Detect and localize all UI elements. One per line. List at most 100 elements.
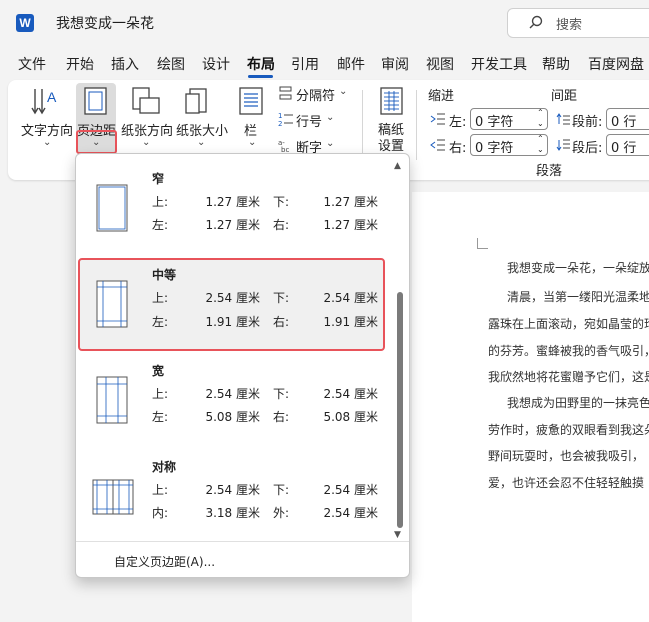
breaks-button[interactable]: 分隔符 bbox=[296, 85, 335, 104]
mirrored-margin-icon[interactable] bbox=[91, 478, 137, 516]
margin-key: 下: bbox=[273, 483, 290, 497]
tab-review[interactable]: 审阅 bbox=[381, 54, 409, 74]
indent-left-stepper[interactable]: ⌃ ⌄ bbox=[537, 107, 544, 129]
chevron-down-icon[interactable]: ⌄ bbox=[197, 137, 205, 148]
margin-key: 内: bbox=[152, 506, 169, 520]
margin-key: 左: bbox=[152, 315, 169, 329]
margin-value: 2.54 厘米 bbox=[205, 483, 260, 497]
chevron-down-icon[interactable]: ⌵ bbox=[143, 12, 153, 27]
doc-line: 清晨，当第一缕阳光温柔地 bbox=[507, 290, 649, 304]
wide-margin-icon[interactable] bbox=[95, 375, 129, 425]
margin-value: 2.54 厘米 bbox=[323, 483, 378, 497]
scrollbar-thumb[interactable] bbox=[397, 292, 403, 528]
word-app-icon[interactable]: W bbox=[16, 14, 34, 32]
margin-key: 上: bbox=[152, 483, 169, 497]
paragraph-group-label: 段落 bbox=[536, 164, 563, 179]
svg-text:1: 1 bbox=[278, 112, 282, 120]
margin-value: 1.91 厘米 bbox=[205, 315, 260, 329]
doc-line: 我欣然地将花蜜赠予它们，这是 bbox=[488, 370, 649, 384]
normal-margin-icon[interactable] bbox=[95, 279, 129, 329]
tab-references[interactable]: 引用 bbox=[291, 54, 319, 74]
spacing-before-value: 0 行 bbox=[611, 115, 637, 130]
margin-value: 2.54 厘米 bbox=[205, 291, 260, 305]
doc-line: 劳作时，疲惫的双眼看到我这朵 bbox=[488, 423, 649, 437]
doc-line: 我想成为田野里的一抹亮色 bbox=[507, 396, 649, 410]
chevron-down-icon[interactable]: ⌄ bbox=[43, 137, 51, 148]
tab-layout[interactable]: 布局 bbox=[247, 54, 275, 74]
margin-key: 右: bbox=[273, 410, 290, 424]
margin-value: 1.91 厘米 bbox=[323, 315, 378, 329]
tab-view[interactable]: 视图 bbox=[426, 54, 454, 74]
svg-text:bc: bc bbox=[281, 146, 289, 153]
margin-key: 外: bbox=[273, 506, 290, 520]
margin-key: 下: bbox=[273, 291, 290, 305]
custom-margins-menu-item[interactable]: 自定义页边距(A)... bbox=[114, 553, 215, 570]
tab-insert[interactable]: 插入 bbox=[111, 54, 139, 74]
chevron-down-icon[interactable]: ⌄ bbox=[339, 86, 347, 97]
indent-right-stepper[interactable]: ⌃ ⌄ bbox=[537, 133, 544, 155]
spacing-after-value: 0 行 bbox=[611, 141, 637, 156]
tab-baidu-netdisk[interactable]: 百度网盘 bbox=[588, 54, 644, 74]
margin-key: 上: bbox=[152, 387, 169, 401]
margin-key: 右: bbox=[273, 218, 290, 232]
margin-value: 1.27 厘米 bbox=[323, 195, 378, 209]
chevron-down-icon[interactable]: ⌄ bbox=[92, 137, 100, 148]
line-numbers-icon: 1 2 bbox=[278, 112, 293, 127]
margin-key: 左: bbox=[152, 218, 169, 232]
chevron-down-icon[interactable]: ⌄ bbox=[142, 137, 150, 148]
margin-value: 2.54 厘米 bbox=[205, 387, 260, 401]
spacing-before-label: 段前: bbox=[572, 115, 603, 130]
indent-title: 缩进 bbox=[428, 89, 455, 104]
tab-developer[interactable]: 开发工具 bbox=[471, 54, 527, 74]
doc-line: 露珠在上面滚动，宛如晶莹的珍 bbox=[488, 317, 649, 331]
columns-icon bbox=[239, 87, 263, 115]
margin-value: 2.54 厘米 bbox=[323, 387, 378, 401]
margin-option-name[interactable]: 对称 bbox=[152, 458, 176, 475]
chevron-down-icon[interactable]: ⌄ bbox=[326, 138, 334, 149]
spacing-after-icon bbox=[556, 139, 570, 151]
margin-value: 1.27 厘米 bbox=[205, 195, 260, 209]
margin-option-name[interactable]: 窄 bbox=[152, 170, 164, 187]
manuscript-icon bbox=[380, 87, 403, 115]
margin-value: 2.54 厘米 bbox=[323, 291, 378, 305]
indent-left-label: 左: bbox=[449, 115, 467, 130]
line-numbers-button[interactable]: 行号 bbox=[296, 111, 322, 130]
margin-option-name[interactable]: 中等 bbox=[152, 266, 176, 283]
doc-line: 爱，也许还会忍不住轻轻触摸 bbox=[488, 476, 645, 490]
chevron-down-icon[interactable]: ⌄ bbox=[248, 137, 256, 148]
margin-key: 下: bbox=[273, 195, 290, 209]
margin-value: 2.54 厘米 bbox=[323, 506, 378, 520]
tab-file[interactable]: 文件 bbox=[18, 54, 46, 74]
indent-right-value: 0 字符 bbox=[475, 141, 514, 156]
svg-text:A: A bbox=[47, 89, 57, 105]
ribbon-divider bbox=[416, 90, 417, 160]
svg-text:2: 2 bbox=[278, 120, 282, 127]
search-placeholder: 搜索 bbox=[556, 18, 583, 33]
margin-option-name[interactable]: 宽 bbox=[152, 362, 164, 379]
tab-home[interactable]: 开始 bbox=[66, 54, 94, 74]
narrow-margin-icon[interactable] bbox=[95, 183, 129, 233]
text-direction-icon: A bbox=[31, 89, 57, 115]
spacing-title: 间距 bbox=[551, 89, 578, 104]
spacing-after-label: 段后: bbox=[572, 141, 603, 156]
margin-key: 左: bbox=[152, 410, 169, 424]
tab-draw[interactable]: 绘图 bbox=[157, 54, 185, 74]
document-title[interactable]: 我想变成一朵花 bbox=[56, 13, 154, 33]
tab-design[interactable]: 设计 bbox=[202, 54, 230, 74]
scroll-down-arrow-icon[interactable]: ▼ bbox=[394, 530, 401, 540]
margin-value: 5.08 厘米 bbox=[323, 410, 378, 424]
margin-key: 上: bbox=[152, 291, 169, 305]
menu-divider bbox=[76, 541, 409, 542]
margins-icon bbox=[84, 87, 107, 115]
hyphenation-icon: a- bc bbox=[278, 139, 289, 153]
scroll-up-arrow-icon[interactable]: ▲ bbox=[394, 161, 401, 171]
breaks-icon bbox=[279, 86, 292, 100]
chevron-down-icon[interactable]: ⌄ bbox=[326, 112, 334, 123]
margin-key: 右: bbox=[273, 315, 290, 329]
indent-left-value: 0 字符 bbox=[475, 115, 514, 130]
indent-right-label: 右: bbox=[449, 141, 467, 156]
tab-help[interactable]: 帮助 bbox=[542, 54, 570, 74]
manuscript-label-2[interactable]: 设置 bbox=[378, 135, 404, 154]
tab-mailings[interactable]: 邮件 bbox=[337, 54, 365, 74]
indent-left-icon bbox=[430, 113, 445, 125]
